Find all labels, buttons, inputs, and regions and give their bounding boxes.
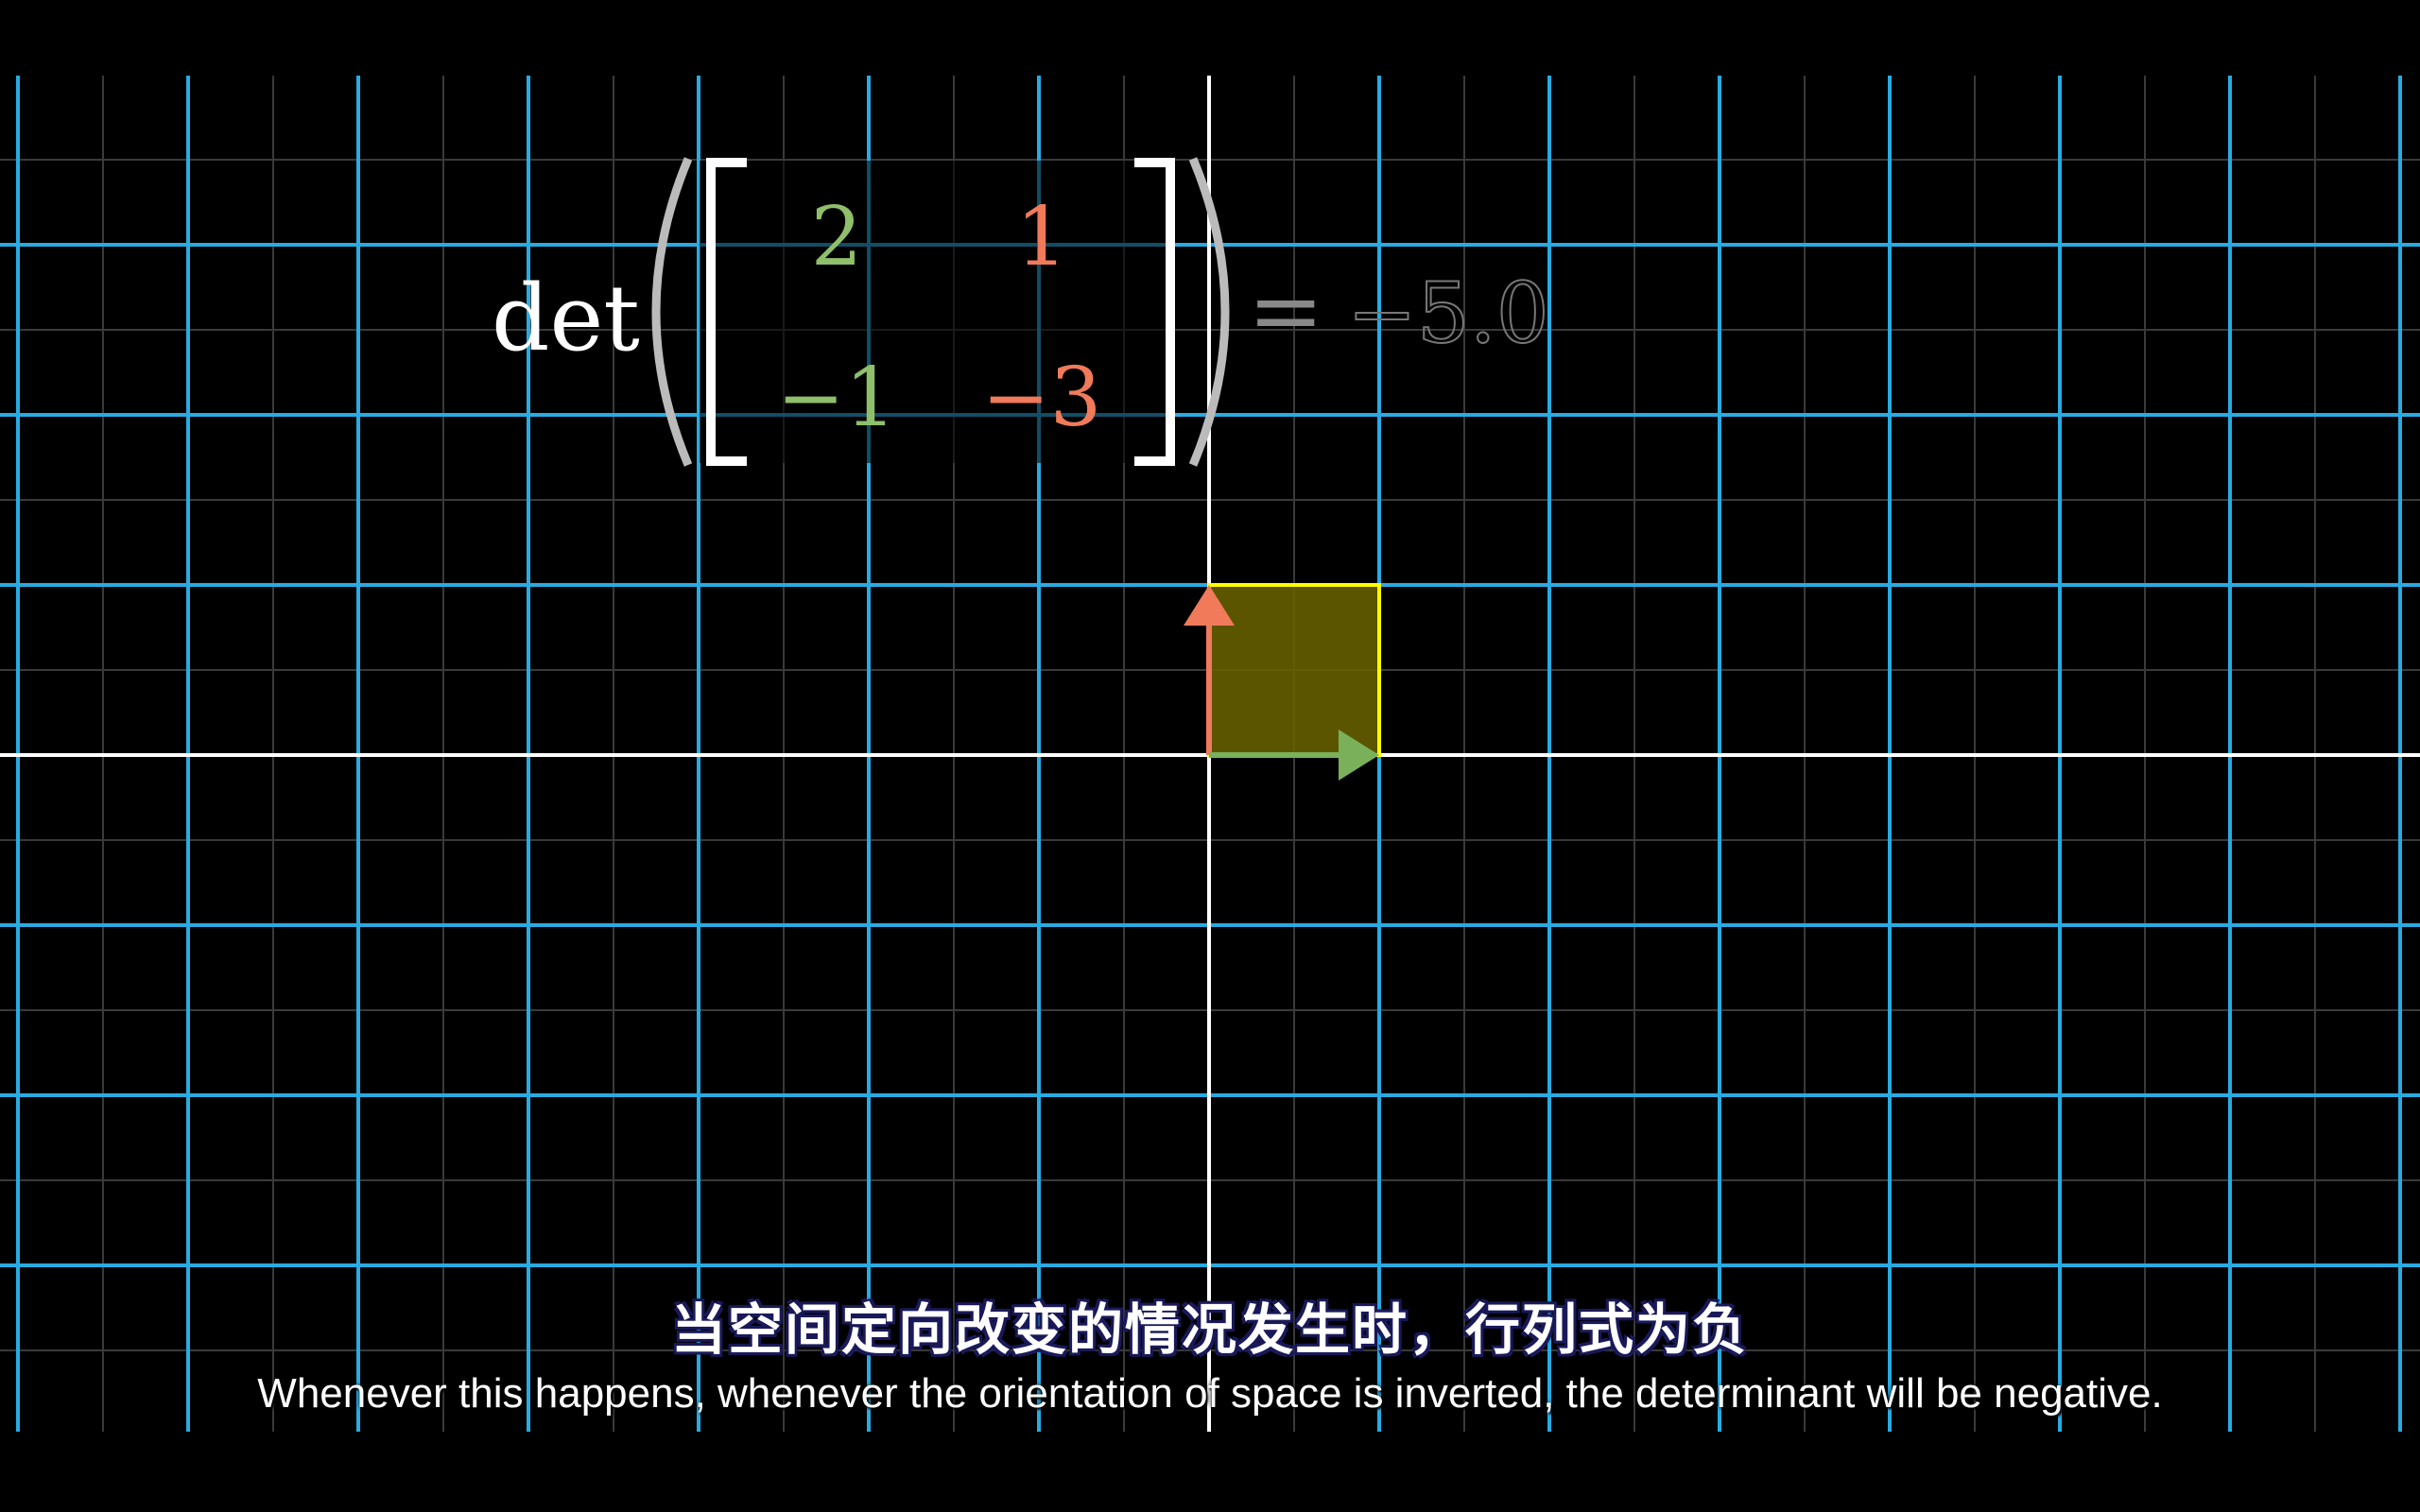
equals-sign: = xyxy=(1248,258,1323,364)
subtitle-english: Whenever this happens, whenever the orie… xyxy=(257,1370,2163,1417)
matrix-entry-c: −1 xyxy=(777,351,897,445)
matrix-entry-a: 2 xyxy=(811,190,863,284)
determinant-result: −5.0 xyxy=(1347,265,1549,362)
subtitle-chinese: 当空间定向改变的情况发生时，行列式为负 xyxy=(670,1297,1749,1362)
matrix-entry-b: 1 xyxy=(1016,190,1068,284)
matrix-entry-d: −3 xyxy=(982,351,1102,445)
det-label: det xyxy=(492,266,640,371)
unit-area-square xyxy=(1207,583,1381,757)
